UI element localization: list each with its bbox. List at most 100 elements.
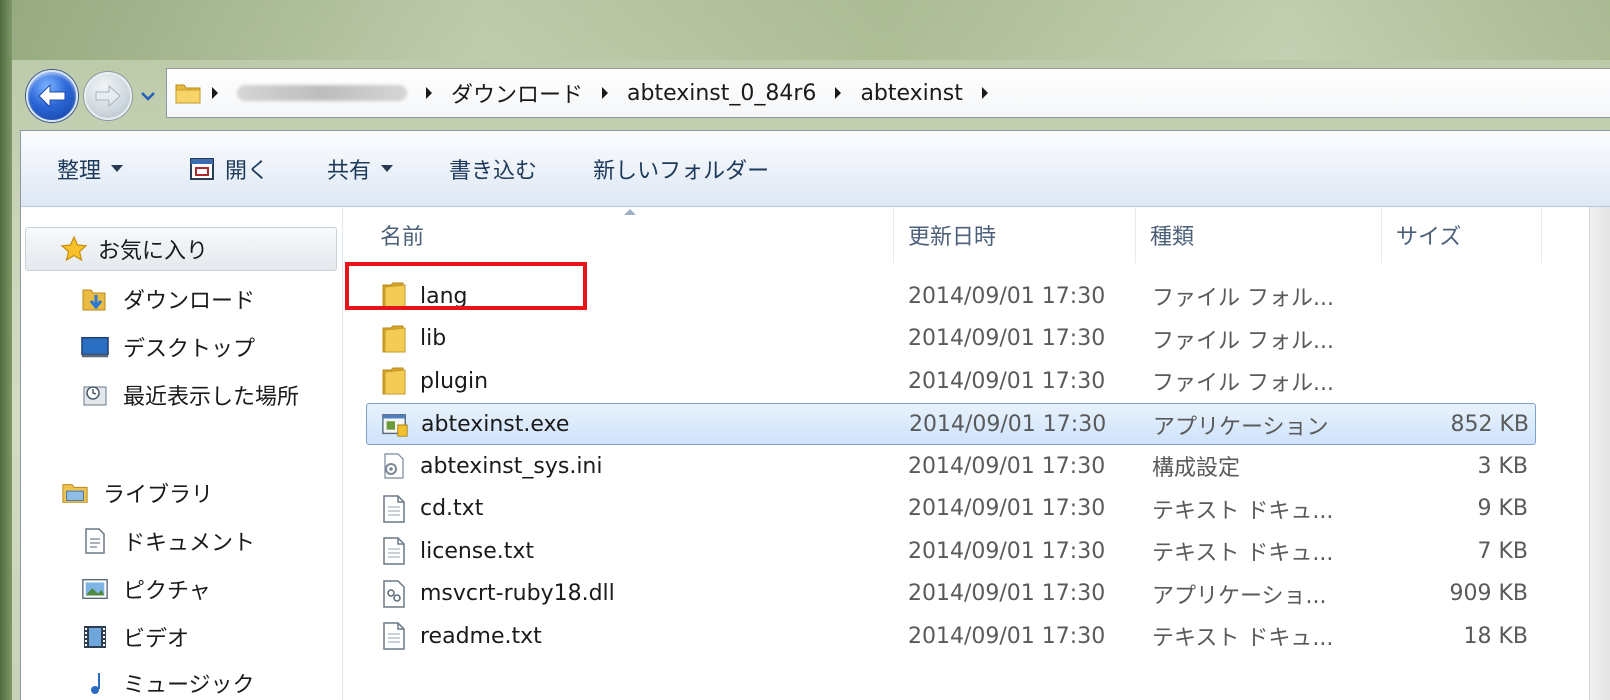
file-size: 7 KB bbox=[1477, 538, 1528, 564]
breadcrumb-blurred-user[interactable] bbox=[237, 85, 407, 101]
file-name-cell: msvcrt-ruby18.dll bbox=[380, 573, 615, 615]
file-date: 2014/09/01 17:30 bbox=[908, 368, 1106, 394]
breadcrumb-separator[interactable] bbox=[595, 83, 615, 103]
caret-down-icon bbox=[381, 165, 394, 172]
file-type: ファイル フォル... bbox=[1152, 286, 1334, 311]
folder-file-icon bbox=[380, 281, 408, 311]
file-name-cell: lib bbox=[380, 318, 446, 360]
chevron-right-icon bbox=[602, 87, 609, 99]
sidebar-item-documents[interactable]: ドキュメント bbox=[81, 525, 255, 557]
dll-file-icon bbox=[380, 579, 408, 609]
file-type: テキスト ドキュ... bbox=[1152, 541, 1334, 566]
desktop-icon bbox=[81, 333, 109, 361]
organize-label: 整理 bbox=[57, 158, 102, 184]
organize-button[interactable]: 整理 bbox=[39, 147, 141, 191]
burn-button[interactable]: 書き込む bbox=[431, 147, 555, 191]
new-folder-label: 新しいフォルダー bbox=[593, 158, 770, 184]
folder-file-icon bbox=[380, 366, 408, 396]
sidebar-item-libraries[interactable]: ライブラリ bbox=[61, 477, 213, 509]
file-size: 9 KB bbox=[1477, 496, 1528, 521]
back-button[interactable] bbox=[26, 70, 78, 122]
sidebar-item-label: ダウンロード bbox=[123, 289, 256, 314]
file-name-cell: lang bbox=[380, 275, 468, 317]
file-name: msvcrt-ruby18.dll bbox=[420, 581, 615, 606]
libraries-icon bbox=[61, 479, 89, 507]
column-header-label: 名前 bbox=[380, 225, 425, 250]
sidebar-item-label: ライブラリ bbox=[103, 483, 214, 508]
file-row[interactable]: license.txt 2014/09/01 17:30 テキスト ドキュ... 7 … bbox=[366, 530, 1536, 572]
file-date: 2014/09/01 17:30 bbox=[908, 496, 1106, 521]
breadcrumb-separator[interactable] bbox=[419, 83, 439, 103]
sidebar-item-music[interactable]: ミュージック bbox=[81, 667, 255, 699]
column-header-label: 更新日時 bbox=[908, 225, 997, 250]
open-button[interactable]: 開く bbox=[171, 147, 287, 191]
file-date: 2014/09/01 17:30 bbox=[908, 538, 1106, 564]
sidebar-item-pictures[interactable]: ピクチャ bbox=[81, 573, 211, 605]
file-size: 3 KB bbox=[1477, 453, 1528, 479]
file-name-cell: plugin bbox=[380, 360, 488, 402]
folder-icon bbox=[175, 84, 201, 104]
vertical-scrollbar[interactable] bbox=[1589, 207, 1610, 700]
chevron-right-icon bbox=[981, 87, 988, 99]
file-row[interactable]: cd.txt 2014/09/01 17:30 テキスト ドキュ... 9 KB bbox=[366, 488, 1536, 530]
file-row[interactable]: plugin 2014/09/01 17:30 ファイル フォル... bbox=[366, 360, 1536, 402]
breadcrumb-downloads[interactable]: ダウンロード bbox=[443, 77, 591, 109]
file-date: 2014/09/01 17:30 bbox=[908, 326, 1106, 351]
file-type: アプリケーション bbox=[1153, 414, 1329, 440]
arrow-right-icon bbox=[95, 84, 121, 108]
file-row[interactable]: abtexinst.exe 2014/09/01 17:30 アプリケーション 852… bbox=[366, 402, 1536, 446]
file-size bbox=[1376, 275, 1528, 317]
file-date: 2014/09/01 17:30 bbox=[909, 412, 1107, 437]
chevron-right-icon bbox=[835, 87, 842, 99]
file-type: テキスト ドキュ... bbox=[1152, 498, 1334, 524]
share-label: 共有 bbox=[327, 158, 372, 184]
picture-icon bbox=[81, 575, 109, 603]
column-header-label: 種類 bbox=[1150, 225, 1195, 250]
downloads-folder-icon bbox=[81, 285, 109, 313]
window-open-icon bbox=[190, 157, 215, 180]
folder-file-icon bbox=[380, 324, 408, 354]
forward-button[interactable] bbox=[84, 72, 132, 120]
chevron-right-icon bbox=[426, 87, 432, 99]
file-size bbox=[1376, 360, 1528, 402]
file-date: 2014/09/01 17:30 bbox=[908, 581, 1106, 606]
sidebar-item-downloads[interactable]: ダウンロード bbox=[81, 283, 255, 315]
breadcrumb-abtexinst[interactable]: abtexinst bbox=[852, 81, 970, 106]
sidebar-item-favorites[interactable]: お気に入り bbox=[25, 227, 337, 271]
video-icon bbox=[81, 623, 109, 651]
column-header-date[interactable]: 更新日時 bbox=[894, 207, 1136, 263]
file-list: 名前 更新日時 種類 サイズ lang 2014/09/01 17:30 ファイル … bbox=[344, 207, 1610, 700]
new-folder-button[interactable]: 新しいフォルダー bbox=[575, 147, 787, 191]
column-header-type[interactable]: 種類 bbox=[1136, 207, 1382, 263]
explorer-window: 整理 開く 共有 書き込む 新しいフォルダー お気に入り ダウンロード デスクト… bbox=[20, 130, 1610, 700]
file-row[interactable]: msvcrt-ruby18.dll 2014/09/01 17:30 アプリケーショ… bbox=[366, 573, 1536, 615]
sidebar-item-videos[interactable]: ビデオ bbox=[81, 621, 189, 653]
file-type: アプリケーショ... bbox=[1152, 583, 1327, 609]
file-name-cell: license.txt bbox=[380, 530, 534, 572]
sidebar-item-desktop[interactable]: デスクトップ bbox=[81, 331, 255, 363]
file-row[interactable]: readme.txt 2014/09/01 17:30 テキスト ドキュ... 18 … bbox=[366, 615, 1536, 657]
breadcrumb-separator[interactable] bbox=[205, 83, 225, 103]
document-icon bbox=[81, 527, 109, 555]
sidebar-item-label: お気に入り bbox=[98, 239, 209, 264]
file-row[interactable]: lang 2014/09/01 17:30 ファイル フォル... bbox=[366, 275, 1536, 317]
file-name-cell: abtexinst.exe bbox=[381, 404, 569, 446]
chevron-right-icon bbox=[212, 87, 218, 99]
file-name-cell: abtexinst_sys.ini bbox=[380, 445, 603, 487]
breadcrumb-abtexinst-0-84r6[interactable]: abtexinst_0_84r6 bbox=[619, 81, 824, 106]
sidebar-item-recent-places[interactable]: 最近表示した場所 bbox=[81, 379, 299, 411]
column-header-name[interactable]: 名前 bbox=[366, 207, 894, 263]
address-bar[interactable]: ダウンロード abtexinst_0_84r6 abtexinst bbox=[166, 68, 1610, 118]
recent-pages-dropdown[interactable] bbox=[138, 88, 158, 104]
breadcrumb-separator[interactable] bbox=[828, 83, 848, 103]
breadcrumb-separator[interactable] bbox=[975, 83, 995, 103]
txt-file-icon bbox=[380, 621, 408, 651]
file-row[interactable]: abtexinst_sys.ini 2014/09/01 17:30 構成設定 3 K… bbox=[366, 445, 1536, 487]
txt-file-icon bbox=[380, 494, 408, 524]
share-button[interactable]: 共有 bbox=[309, 147, 411, 191]
file-type: テキスト ドキュ... bbox=[1152, 626, 1334, 651]
column-header-size[interactable]: サイズ bbox=[1382, 207, 1542, 263]
open-label: 開く bbox=[225, 158, 270, 184]
file-row[interactable]: lib 2014/09/01 17:30 ファイル フォル... bbox=[366, 318, 1536, 360]
star-icon bbox=[60, 235, 88, 262]
